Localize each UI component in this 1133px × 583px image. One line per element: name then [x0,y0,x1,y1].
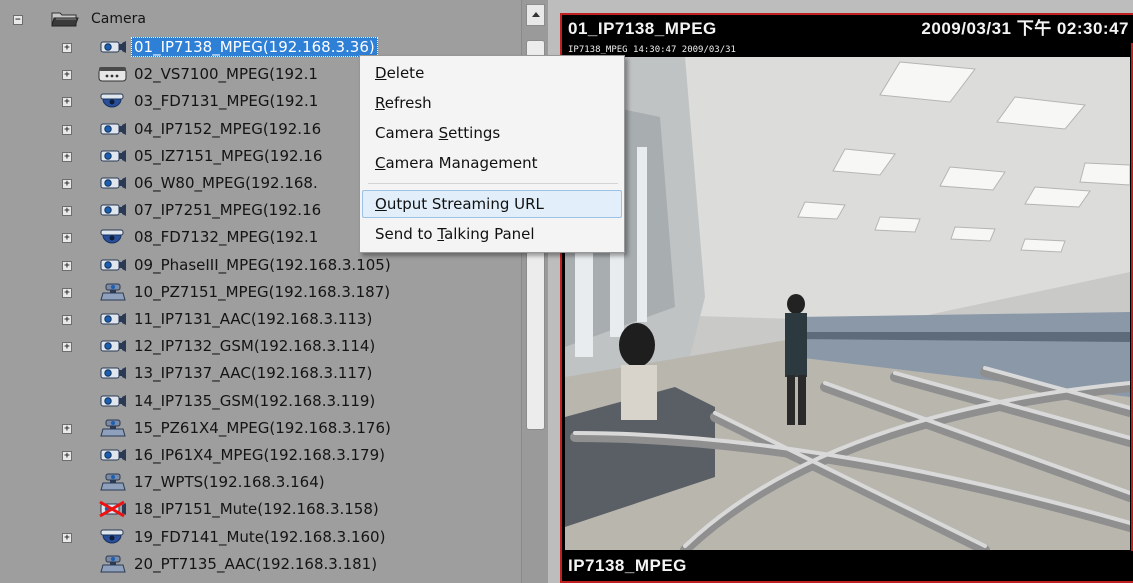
expand-toggle[interactable]: + [62,533,72,543]
video-title-bar: 01_IP7138_MPEG 2009/03/31 下午 02:30:47 [562,15,1133,43]
context-menu: Delete Refresh Camera Settings Camera Ma… [359,55,625,253]
box-camera-icon [98,337,128,355]
ptz-camera-icon [98,419,128,437]
box-camera-icon [98,256,128,274]
video-panel[interactable]: 01_IP7138_MPEG 2009/03/31 下午 02:30:47 IP… [560,13,1133,583]
tree-item-label: 08_FD7132_MPEG(192.1 [134,228,319,246]
expand-toggle[interactable]: + [62,43,72,53]
box-camera-icon [98,38,128,56]
folder-icon [50,10,80,28]
expand-toggle[interactable]: + [62,424,72,434]
menu-item-label: efresh [384,94,432,112]
menu-access-key: O [375,195,387,213]
expand-toggle[interactable]: + [62,206,72,216]
video-camera-title: 01_IP7138_MPEG [568,19,717,38]
menu-item-refresh[interactable]: Refresh [362,89,622,117]
tree-root-camera[interactable]: − Camera [0,8,520,32]
menu-access-key: R [375,94,385,112]
tree-item[interactable]: +19_FD7141_Mute(192.168.3.160) [0,526,520,550]
live-video-frame [565,57,1130,550]
tree-item-label: 09_PhaseIII_MPEG(192.168.3.105) [134,256,391,274]
menu-access-key: D [375,64,387,82]
tree-item-label: 13_IP7137_AAC(192.168.3.117) [134,364,373,382]
box-camera-icon [98,392,128,410]
video-footer-bar: IP7138_MPEG [562,551,1133,581]
tree-item[interactable]: +10_PZ7151_MPEG(192.168.3.187) [0,281,520,305]
tree-item-label: 05_IZ7151_MPEG(192.16 [134,147,323,165]
tree-item-label: 19_FD7141_Mute(192.168.3.160) [134,528,386,546]
tree-item-label: 02_VS7100_MPEG(192.1 [134,65,318,83]
tree-root-label: Camera [91,11,146,27]
expand-toggle[interactable]: + [62,451,72,461]
tree-item-label: 10_PZ7151_MPEG(192.168.3.187) [134,283,391,301]
expand-toggle[interactable]: + [62,342,72,352]
tree-item-label: 17_WPTS(192.168.3.164) [134,473,325,491]
box-camera-icon [98,310,128,328]
expand-toggle[interactable]: + [62,125,72,135]
dome-camera-icon [98,92,128,110]
menu-item-camera-management[interactable]: Camera Management [362,149,622,177]
tree-item[interactable]: 18_IP7151_Mute(192.168.3.158) [0,498,520,522]
menu-access-key: T [437,225,445,243]
menu-item-label: amera Management [385,154,538,172]
collapse-toggle[interactable]: − [13,15,23,25]
expand-toggle[interactable]: + [62,152,72,162]
tree-item-label: 01_IP7138_MPEG(192.168.3.36) [131,37,378,57]
menu-item-delete[interactable]: Delete [362,59,622,87]
tree-item[interactable]: 20_PT7135_AAC(192.168.3.181) [0,553,520,577]
tree-item-label: 06_W80_MPEG(192.168. [134,174,318,192]
menu-item-label: Camera Settings [375,124,501,142]
video-footer-label: IP7138_MPEG [568,556,687,575]
expand-toggle[interactable]: + [62,315,72,325]
menu-item-send-to-talking-panel[interactable]: Send to Talking Panel [362,220,622,248]
dome-camera-icon [98,228,128,246]
tree-item[interactable]: +09_PhaseIII_MPEG(192.168.3.105) [0,254,520,278]
tree-item-label: 12_IP7132_GSM(192.168.3.114) [134,337,376,355]
box-camera-icon [98,364,128,382]
menu-item-label: elete [386,64,425,82]
tree-item-label: 07_IP7251_MPEG(192.16 [134,201,322,219]
box-camera-icon [98,147,128,165]
expand-toggle[interactable]: + [62,288,72,298]
tree-item-label: 15_PZ61X4_MPEG(192.168.3.176) [134,419,391,437]
menu-item-label: Send to Talking Panel [375,225,535,243]
disconnected-camera-icon [98,500,128,518]
tree-item[interactable]: 17_WPTS(192.168.3.164) [0,471,520,495]
expand-toggle[interactable]: + [62,179,72,189]
video-timestamp: 2009/03/31 下午 02:30:47 [921,19,1129,38]
menu-access-key: S [438,124,449,142]
tree-item-label: 11_IP7131_AAC(192.168.3.113) [134,310,373,328]
tree-item-label: 18_IP7151_Mute(192.168.3.158) [134,500,379,518]
expand-toggle[interactable]: + [62,97,72,107]
tree-item-label: 04_IP7152_MPEG(192.16 [134,120,322,138]
video-server-icon [98,65,128,83]
menu-item-output-streaming-url[interactable]: Output Streaming URL [362,190,622,218]
expand-toggle[interactable]: + [62,261,72,271]
ptz-camera-icon [98,555,128,573]
box-camera-icon [98,120,128,138]
tree-item[interactable]: 14_IP7135_GSM(192.168.3.119) [0,390,520,414]
ptz-camera-icon [98,473,128,491]
tree-item-label: 14_IP7135_GSM(192.168.3.119) [134,392,376,410]
tree-item[interactable]: +15_PZ61X4_MPEG(192.168.3.176) [0,417,520,441]
menu-separator [368,183,618,184]
dome-camera-icon [98,528,128,546]
expand-toggle[interactable]: + [62,233,72,243]
tree-item[interactable]: +16_IP61X4_MPEG(192.168.3.179) [0,444,520,468]
tree-item-label: 20_PT7135_AAC(192.168.3.181) [134,555,378,573]
tree-item-label: 03_FD7131_MPEG(192.1 [134,92,319,110]
tree-item[interactable]: 13_IP7137_AAC(192.168.3.117) [0,362,520,386]
menu-item-label: utput Streaming URL [386,195,544,213]
tree-item[interactable]: +12_IP7132_GSM(192.168.3.114) [0,335,520,359]
menu-item-camera-settings[interactable]: Camera Settings [362,119,622,147]
box-camera-icon [98,174,128,192]
tree-item-label: 16_IP61X4_MPEG(192.168.3.179) [134,446,385,464]
tree-item[interactable]: +11_IP7131_AAC(192.168.3.113) [0,308,520,332]
menu-access-key: C [375,154,386,172]
box-camera-icon [98,446,128,464]
box-camera-icon [98,201,128,219]
ptz-camera-icon [98,283,128,301]
expand-toggle[interactable]: + [62,70,72,80]
scroll-up-button[interactable] [526,4,545,26]
